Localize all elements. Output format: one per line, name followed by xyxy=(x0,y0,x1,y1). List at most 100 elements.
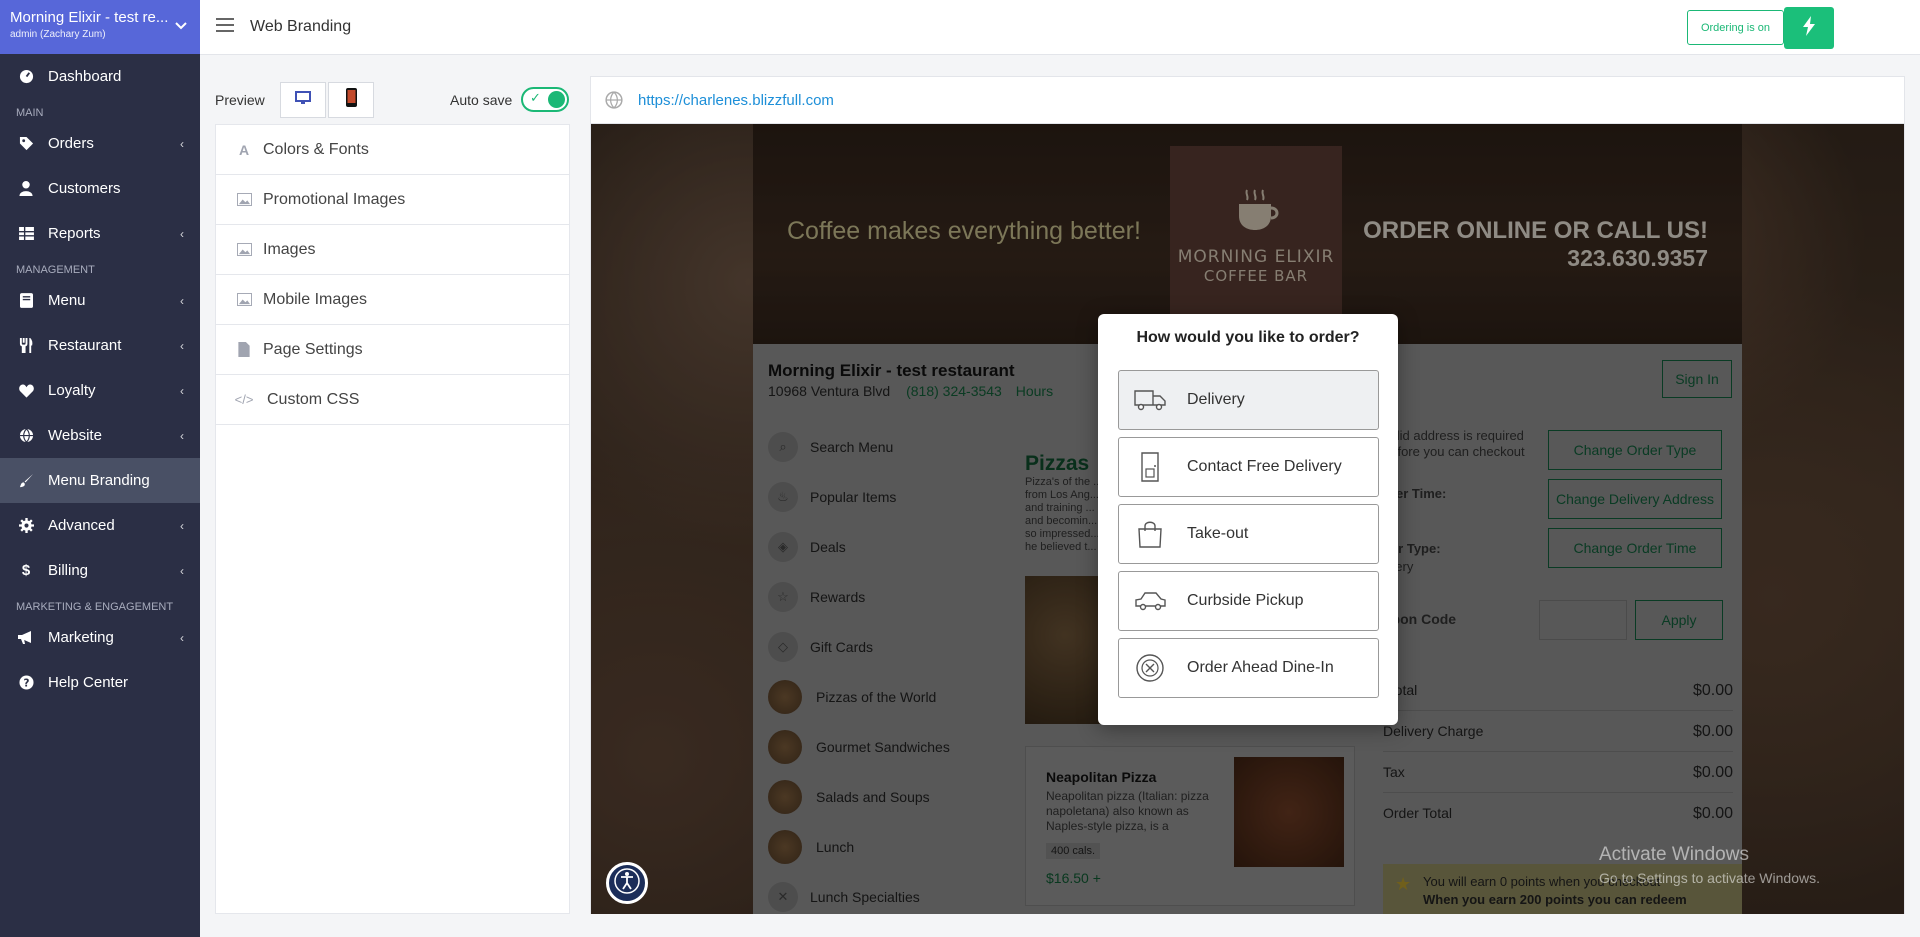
section-label: Promotional Images xyxy=(263,190,406,208)
branding-sections-panel: A Colors & Fonts Promotional Images Imag… xyxy=(215,124,570,914)
sidebar-item-loyalty[interactable]: Loyalty ‹ xyxy=(0,368,200,413)
preview-url-link[interactable]: https://charlenes.blizzfull.com xyxy=(638,92,834,109)
utensils-icon xyxy=(18,338,34,354)
order-option-curbside-pickup[interactable]: Curbside Pickup xyxy=(1118,571,1379,631)
sidebar-item-orders[interactable]: Orders ‹ xyxy=(0,121,200,166)
font-icon: A xyxy=(238,141,250,158)
desktop-icon xyxy=(295,90,311,110)
toggle-knob xyxy=(548,91,565,108)
quick-action-button[interactable] xyxy=(1784,7,1834,49)
sidebar-item-label: Website xyxy=(48,427,102,444)
mobile-preview-button[interactable] xyxy=(328,82,374,118)
dollar-icon: $ xyxy=(21,562,31,579)
section-label: Colors & Fonts xyxy=(263,140,369,158)
globe-icon xyxy=(605,91,623,109)
sidebar-item-label: Dashboard xyxy=(48,68,122,85)
order-option-contact-free-delivery[interactable]: Contact Free Delivery xyxy=(1118,437,1379,497)
page-title: Web Branding xyxy=(250,18,352,35)
chevron-left-icon: ‹ xyxy=(180,136,184,151)
autosave-toggle[interactable]: ✓ xyxy=(521,87,569,112)
sidebar-item-label: Orders xyxy=(48,135,94,152)
book-icon xyxy=(18,293,34,309)
option-label: Order Ahead Dine-In xyxy=(1187,659,1334,676)
code-icon: </> xyxy=(234,392,254,407)
account-user: admin (Zachary Zum) xyxy=(10,29,106,40)
sidebar-item-billing[interactable]: $ Billing ‹ xyxy=(0,548,200,593)
option-label: Delivery xyxy=(1187,391,1245,408)
chevron-left-icon: ‹ xyxy=(180,293,184,308)
section-label: Page Settings xyxy=(263,340,363,358)
sidebar-section-main: MAIN xyxy=(16,107,44,119)
section-custom-css[interactable]: </> Custom CSS xyxy=(216,375,569,425)
check-icon: ✓ xyxy=(530,90,541,105)
sidebar-item-restaurant[interactable]: Restaurant ‹ xyxy=(0,323,200,368)
sidebar-item-dashboard[interactable]: Dashboard xyxy=(0,54,200,99)
door-icon xyxy=(1133,452,1167,482)
account-switcher[interactable]: Morning Elixir - test re... admin (Zacha… xyxy=(0,0,200,54)
site-preview-frame: Coffee makes everything better! MORNING … xyxy=(591,124,1904,914)
option-label: Curbside Pickup xyxy=(1187,592,1304,609)
sidebar-item-menu-branding[interactable]: Menu Branding xyxy=(0,458,200,503)
image-icon xyxy=(236,292,252,308)
sidebar-item-marketing[interactable]: Marketing ‹ xyxy=(0,615,200,660)
desktop-preview-button[interactable] xyxy=(280,82,326,118)
sidebar-item-help-center[interactable]: ? Help Center xyxy=(0,660,200,705)
sidebar-item-label: Advanced xyxy=(48,517,115,534)
top-bar: Web Branding Ordering is on xyxy=(200,0,1920,55)
preview-label: Preview xyxy=(215,92,265,108)
chevron-left-icon: ‹ xyxy=(180,428,184,443)
globe-icon xyxy=(18,428,34,444)
sidebar-item-label: Marketing xyxy=(48,629,114,646)
option-label: Take-out xyxy=(1187,525,1249,542)
sidebar-item-label: Reports xyxy=(48,225,101,242)
section-mobile-images[interactable]: Mobile Images xyxy=(216,275,569,325)
section-label: Images xyxy=(263,240,316,258)
sidebar-item-menu[interactable]: Menu ‹ xyxy=(0,278,200,323)
gear-icon xyxy=(18,518,34,534)
delivery-truck-icon xyxy=(1133,385,1167,415)
heart-icon xyxy=(18,383,34,399)
order-option-take-out[interactable]: Take-out xyxy=(1118,504,1379,564)
chevron-left-icon: ‹ xyxy=(180,383,184,398)
sidebar-item-label: Help Center xyxy=(48,674,129,691)
accessibility-button[interactable] xyxy=(606,862,648,904)
autosave-label: Auto save xyxy=(450,92,513,108)
sidebar-item-label: Billing xyxy=(48,562,89,579)
shopping-bag-icon xyxy=(1133,519,1167,549)
section-label: Mobile Images xyxy=(263,290,368,308)
section-colors-fonts[interactable]: A Colors & Fonts xyxy=(216,125,569,175)
file-icon xyxy=(236,342,252,358)
brush-icon xyxy=(18,473,34,489)
sidebar-section-management: MANAGEMENT xyxy=(16,264,95,276)
accessibility-icon xyxy=(613,867,641,900)
section-images[interactable]: Images xyxy=(216,225,569,275)
order-option-order-ahead-dine-in[interactable]: Order Ahead Dine-In xyxy=(1118,638,1379,698)
chevron-left-icon: ‹ xyxy=(180,226,184,241)
website-preview: https://charlenes.blizzfull.com Coffee m… xyxy=(590,76,1905,914)
sidebar-item-advanced[interactable]: Advanced ‹ xyxy=(0,503,200,548)
section-promotional-images[interactable]: Promotional Images xyxy=(216,175,569,225)
mobile-icon xyxy=(345,88,357,112)
account-name: Morning Elixir - test re... xyxy=(10,9,169,26)
watermark-line-1: Activate Windows xyxy=(1599,844,1749,865)
dashboard-icon xyxy=(18,69,34,85)
option-label: Contact Free Delivery xyxy=(1187,458,1342,475)
hamburger-menu-icon[interactable] xyxy=(216,18,234,36)
bullhorn-icon xyxy=(18,630,34,646)
car-icon xyxy=(1133,586,1167,616)
chevron-left-icon: ‹ xyxy=(180,563,184,578)
image-icon xyxy=(236,242,252,258)
sidebar-item-reports[interactable]: Reports ‹ xyxy=(0,211,200,256)
windows-activation-watermark: Activate Windows Go to Settings to activ… xyxy=(1599,844,1820,886)
preview-controls: Preview Auto save ✓ xyxy=(215,82,570,118)
ordering-status-button[interactable]: Ordering is on xyxy=(1687,10,1784,45)
sidebar-item-customers[interactable]: Customers xyxy=(0,166,200,211)
section-page-settings[interactable]: Page Settings xyxy=(216,325,569,375)
modal-title: How would you like to order? xyxy=(1136,329,1360,346)
order-option-delivery[interactable]: Delivery xyxy=(1118,370,1379,430)
url-bar: https://charlenes.blizzfull.com xyxy=(591,77,1904,124)
table-icon xyxy=(18,226,34,242)
lightning-bolt-icon xyxy=(1802,15,1816,41)
order-type-modal: How would you like to order? Delivery Co… xyxy=(1098,314,1398,725)
sidebar-item-website[interactable]: Website ‹ xyxy=(0,413,200,458)
